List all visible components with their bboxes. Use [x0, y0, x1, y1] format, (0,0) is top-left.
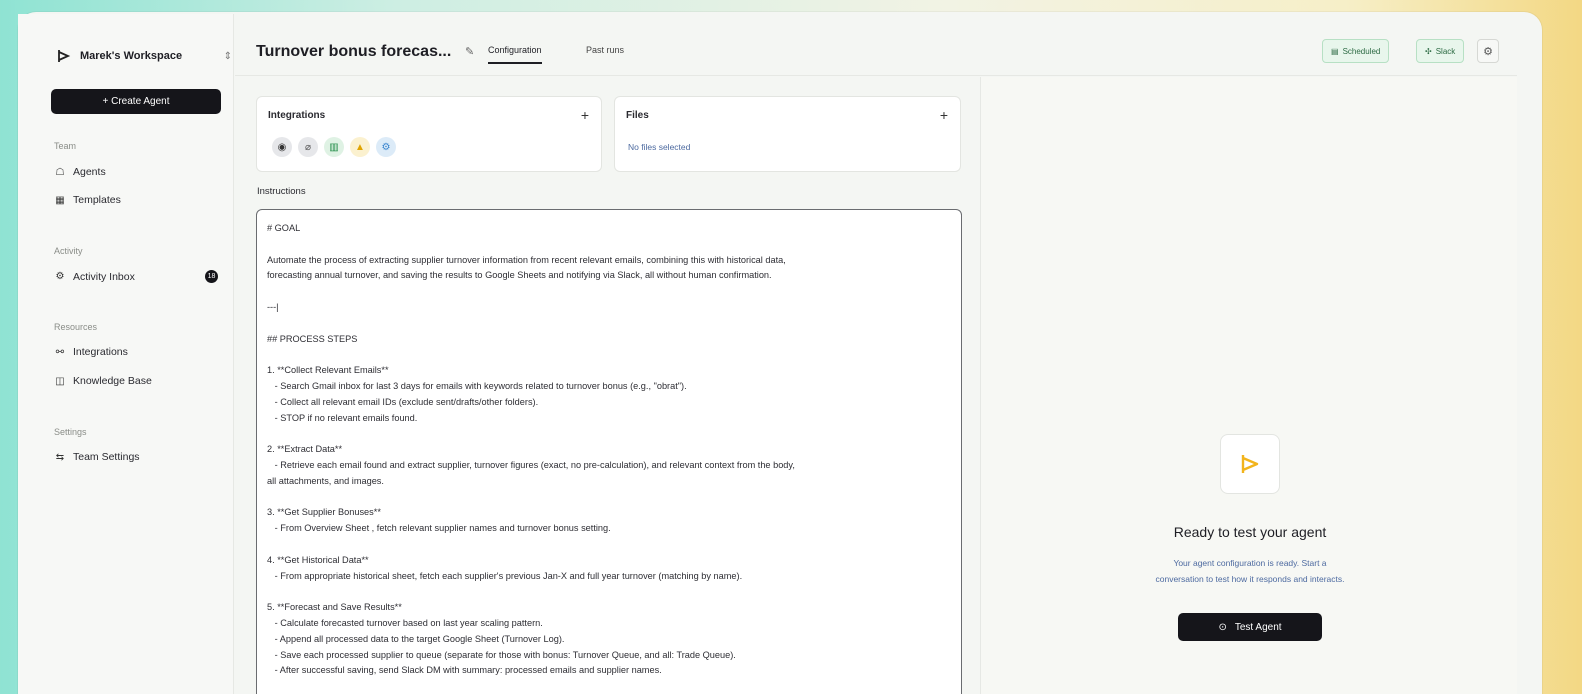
page-header: Turnover bonus forecas... ✎ Configuratio…	[235, 14, 1517, 76]
instruction-line: # GOAL	[267, 223, 301, 233]
integrations-title: Integrations	[268, 110, 326, 121]
instruction-line	[267, 237, 951, 253]
ready-title: Ready to test your agent	[1173, 524, 1327, 540]
instruction-line	[267, 316, 951, 332]
sheets-icon[interactable]: ▥	[324, 137, 344, 157]
ready-subtitle: Your agent configuration is ready. Start…	[1110, 555, 1390, 587]
test-agent-label: Test Agent	[1234, 621, 1282, 633]
no-files-text: No files selected	[628, 142, 691, 152]
instruction-line	[267, 347, 951, 363]
instruction-line: 2. **Extract Data**	[267, 444, 343, 455]
tab-configuration[interactable]: Configuration	[488, 45, 542, 64]
calendar-icon: ▤	[1331, 46, 1339, 56]
section-label-resources: Resources	[54, 322, 98, 332]
instruction-line: - From Overview Sheet , fetch relevant s…	[267, 523, 611, 534]
test-agent-button[interactable]: ⊙ Test Agent	[1178, 613, 1322, 641]
instruction-line: - STOP if no relevant emails found.	[267, 412, 418, 423]
instruction-line: - Search Gmail inbox for last 3 days for…	[267, 380, 687, 391]
instruction-line	[267, 426, 951, 442]
edit-pencil-icon[interactable]: ✎	[465, 45, 474, 58]
sidebar-item-activity-inbox[interactable]: ⚙ Activity Inbox 18	[54, 270, 218, 283]
settings-button[interactable]: ⚙	[1477, 39, 1499, 63]
app-logo-icon	[1241, 455, 1259, 473]
drive-icon[interactable]: ▲	[350, 137, 370, 157]
instruction-line: - Append all processed data to the targe…	[267, 633, 565, 644]
instruction-line: - Save each processed supplier to queue …	[267, 649, 736, 660]
chevron-updown-icon: ⇕	[223, 50, 232, 62]
files-card: Files + No files selected	[614, 96, 961, 172]
instruction-line: 5. **Forecast and Save Results**	[267, 602, 402, 613]
book-icon: ◫	[55, 375, 65, 387]
clip-icon[interactable]: ⌀	[298, 137, 318, 157]
instruction-line: - From appropriate historical sheet, fet…	[267, 570, 743, 581]
add-integration-button[interactable]: +	[581, 107, 589, 123]
instruction-line: - Collect all relevant email IDs (exclud…	[267, 396, 539, 407]
instruction-line: - Retrieve each email found and extract …	[267, 459, 795, 470]
instruction-line: 3. **Get Supplier Bonuses**	[267, 507, 381, 518]
sidebar-item-team-settings[interactable]: ⇆ Team Settings	[54, 451, 224, 463]
sidebar-item-knowledge-base[interactable]: ◫ Knowledge Base	[54, 375, 224, 387]
workspace-switcher[interactable]: Marek's Workspace ⇕	[56, 48, 232, 64]
scheduled-label: Scheduled	[1342, 46, 1381, 56]
integration-icons: ◉ ⌀ ▥ ▲ ⚙	[272, 137, 396, 157]
create-agent-button[interactable]: + Create Agent	[51, 89, 221, 114]
sidebar-item-integrations[interactable]: ⚯ Integrations	[54, 346, 224, 358]
section-label-settings: Settings	[54, 427, 87, 437]
workspace-name: Marek's Workspace	[80, 50, 183, 62]
instruction-line: - After successful saving, send Slack DM…	[267, 665, 662, 676]
instruction-line: all attachments, and images.	[267, 475, 384, 486]
instruction-line	[267, 284, 951, 300]
grid-icon: ▦	[55, 194, 65, 206]
instruction-line: Automate the process of extracting suppl…	[267, 254, 786, 265]
sliders-icon: ⇆	[55, 451, 65, 463]
instruction-line: 4. **Get Historical Data**	[267, 554, 369, 565]
agent-logo	[1220, 434, 1280, 494]
instruction-line: forecasting annual turnover, and saving …	[267, 270, 772, 281]
instruction-line: 1. **Collect Relevant Emails**	[267, 365, 389, 376]
instructions-text: # GOAL Automate the process of extractin…	[267, 221, 951, 679]
slack-button[interactable]: ✣ Slack	[1416, 39, 1465, 63]
section-label-activity: Activity	[54, 246, 83, 256]
play-circle-icon: ⊙	[1218, 621, 1227, 633]
instructions-editor[interactable]: # GOAL Automate the process of extractin…	[256, 209, 962, 694]
sidebar-item-label: Integrations	[73, 346, 128, 358]
files-title: Files	[626, 110, 649, 121]
tab-past-runs[interactable]: Past runs	[586, 45, 624, 55]
add-file-button[interactable]: +	[940, 107, 948, 123]
sidebar-item-label: Activity Inbox	[73, 270, 135, 283]
instruction-line: ## PROCESS STEPS	[267, 333, 358, 344]
instructions-label: Instructions	[257, 186, 306, 197]
sidebar-item-templates[interactable]: ▦ Templates	[54, 194, 224, 206]
globe-icon[interactable]: ◉	[272, 137, 292, 157]
sidebar-item-label: Agents	[73, 166, 106, 178]
instruction-line: - Calculate forecasted turnover based on…	[267, 617, 543, 628]
app-logo-icon	[58, 50, 71, 62]
scheduled-button[interactable]: ▤ Scheduled	[1322, 39, 1390, 63]
page-title: Turnover bonus forecas...	[256, 43, 452, 60]
gear-icon[interactable]: ⚙	[376, 137, 396, 157]
section-label-team: Team	[54, 141, 77, 151]
plug-icon: ⚯	[55, 346, 65, 358]
sidebar-item-label: Templates	[73, 194, 121, 206]
ready-subtitle-line: conversation to test how it responds and…	[1155, 574, 1345, 584]
test-panel	[980, 77, 1517, 694]
count-badge: 18	[205, 270, 218, 283]
instruction-line	[267, 584, 951, 600]
instruction-line	[267, 537, 951, 553]
sidebar-item-agents[interactable]: ☖ Agents	[54, 166, 224, 178]
sidebar-item-label: Team Settings	[73, 451, 140, 463]
instruction-line: ---|	[267, 301, 279, 312]
ready-subtitle-line: Your agent configuration is ready. Start…	[1173, 558, 1327, 568]
inbox-icon: ⚙	[55, 271, 65, 282]
instruction-line	[267, 490, 951, 506]
sidebar-item-label: Knowledge Base	[73, 375, 152, 387]
slack-label: Slack	[1435, 46, 1456, 56]
gear-icon: ⚙	[1483, 45, 1493, 58]
slack-icon: ✣	[1425, 46, 1432, 56]
integrations-card: Integrations + ◉ ⌀ ▥ ▲ ⚙	[256, 96, 602, 172]
robot-icon: ☖	[55, 166, 65, 178]
